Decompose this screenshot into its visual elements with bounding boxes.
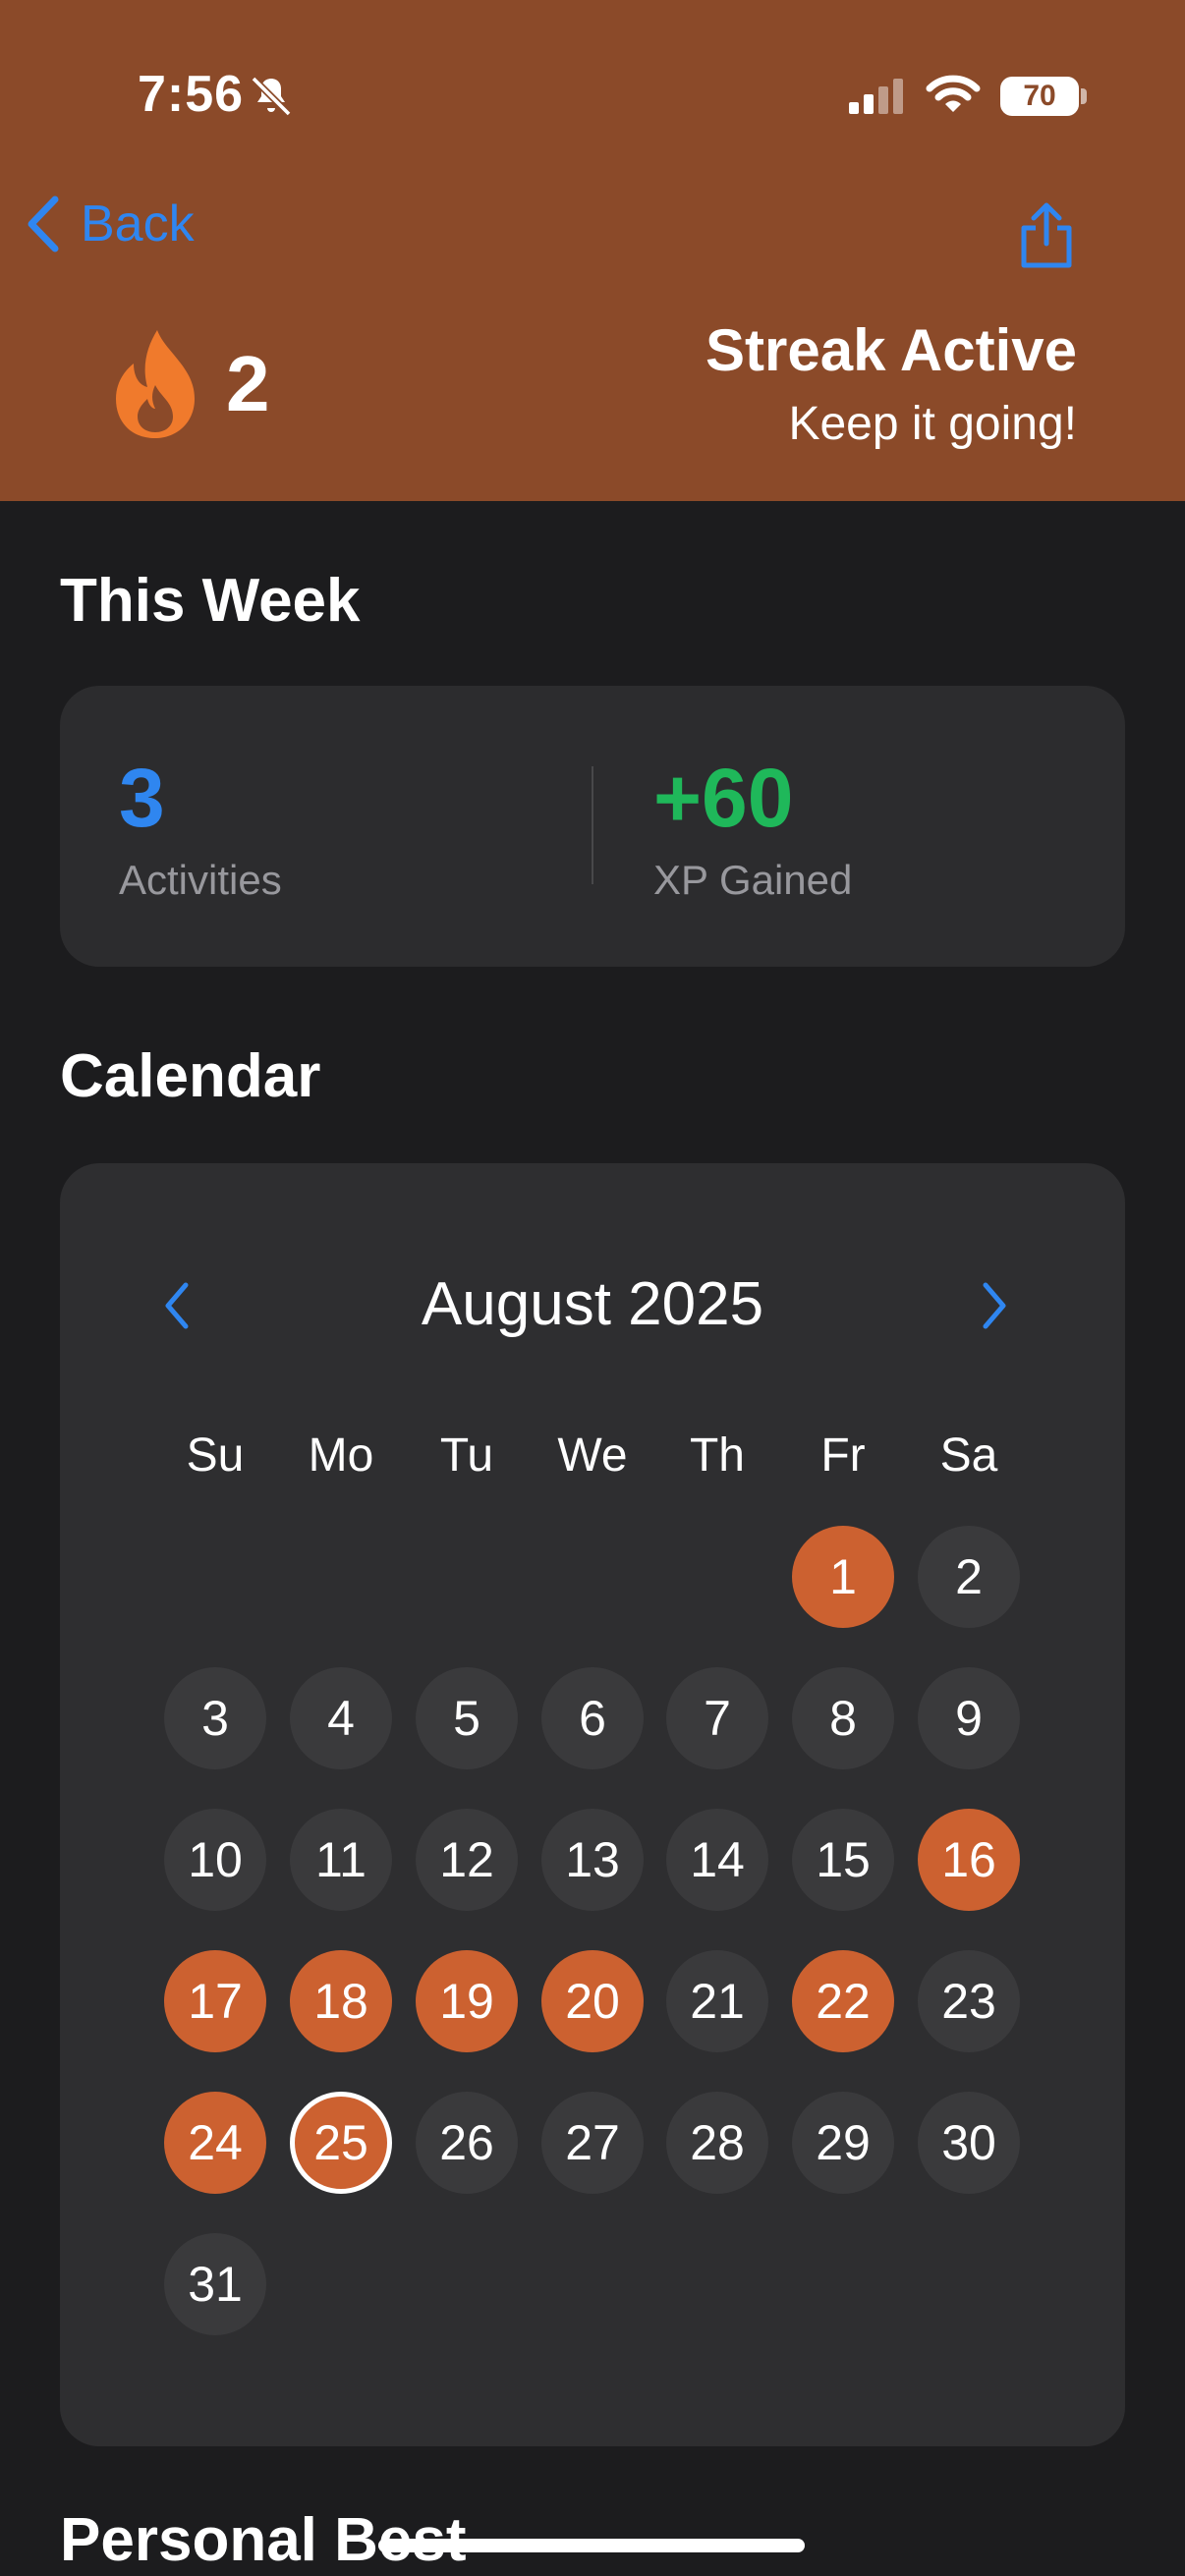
streak-count: 2 [226, 340, 270, 427]
month-title: August 2025 [421, 1270, 764, 1338]
calendar-day[interactable]: 18 [290, 1950, 392, 2052]
calendar-day[interactable]: 21 [666, 1950, 768, 2052]
activities-label: Activities [119, 857, 282, 903]
calendar-day[interactable]: 31 [164, 2233, 266, 2335]
calendar-day[interactable]: 23 [918, 1950, 1020, 2052]
calendar-day[interactable]: 29 [792, 2092, 894, 2194]
weekday-label: Sa [939, 1429, 998, 1482]
streak-status-subtitle: Keep it going! [788, 398, 1077, 450]
calendar-day[interactable]: 4 [290, 1667, 392, 1769]
calendar-day[interactable]: 11 [290, 1809, 392, 1911]
xp-gained-label: XP Gained [653, 857, 853, 903]
chevron-left-icon [28, 196, 59, 252]
back-button[interactable]: Back [26, 195, 195, 253]
calendar-day[interactable]: 24 [164, 2092, 266, 2194]
calendar-day[interactable]: 17 [164, 1950, 266, 2052]
calendar-day[interactable]: 10 [164, 1809, 266, 1911]
calendar-day[interactable]: 6 [541, 1667, 644, 1769]
calendar-day[interactable]: 15 [792, 1809, 894, 1911]
calendar-day[interactable]: 30 [918, 2092, 1020, 2194]
xp-gained-value: +60 [653, 752, 794, 844]
flame-icon [110, 328, 200, 445]
calendar-day[interactable]: 2 [918, 1526, 1020, 1628]
battery-nub [1081, 88, 1087, 104]
calendar-card: August 2025 Su Mo Tu We Th Fr Sa 1 2 3 4 5 6 7 8 9 10 11 1… [60, 1163, 1125, 2446]
calendar-day[interactable]: 3 [164, 1667, 266, 1769]
status-time: 7:56 [138, 66, 245, 123]
calendar-day[interactable]: 19 [416, 1950, 518, 2052]
weekday-label: Tu [439, 1429, 494, 1482]
weekday-label: We [557, 1429, 628, 1482]
weekday-label: Mo [308, 1429, 374, 1482]
bell-slash-icon [248, 73, 295, 125]
home-indicator [378, 2539, 805, 2552]
calendar-day[interactable]: 9 [918, 1667, 1020, 1769]
this-week-card: 3 Activities +60 XP Gained [60, 686, 1125, 967]
back-label: Back [81, 196, 195, 252]
calendar-day[interactable]: 16 [918, 1809, 1020, 1911]
calendar-day[interactable]: 8 [792, 1667, 894, 1769]
share-icon[interactable] [1012, 200, 1081, 276]
cellular-signal-icon [847, 77, 906, 121]
weekday-label: Fr [820, 1429, 866, 1482]
calendar-day[interactable]: 13 [541, 1809, 644, 1911]
calendar-day-today[interactable]: 25 [290, 2092, 392, 2194]
calendar-day[interactable]: 26 [416, 2092, 518, 2194]
calendar-day[interactable]: 22 [792, 1950, 894, 2052]
activities-count: 3 [119, 752, 165, 844]
next-month-button[interactable] [978, 1279, 1011, 1337]
calendar-day[interactable]: 20 [541, 1950, 644, 2052]
battery-empty-portion [1061, 77, 1079, 116]
battery-level: 70 [1023, 80, 1056, 112]
calendar-day[interactable]: 7 [666, 1667, 768, 1769]
chevron-right-icon [983, 1282, 1006, 1329]
calendar-day[interactable]: 27 [541, 2092, 644, 2194]
calendar-day[interactable]: 5 [416, 1667, 518, 1769]
calendar-day[interactable]: 1 [792, 1526, 894, 1628]
calendar-day[interactable]: 12 [416, 1809, 518, 1911]
streak-status-title: Streak Active [705, 317, 1077, 383]
calendar-day[interactable]: 28 [666, 2092, 768, 2194]
battery-indicator: 70 [1000, 77, 1079, 116]
streak-header: 7:56 70 Back 2 Streak Active Keep it goi… [0, 0, 1185, 501]
this-week-heading: This Week [60, 567, 361, 635]
weekday-label: Th [689, 1429, 745, 1482]
weekday-label: Su [186, 1429, 245, 1482]
calendar-heading: Calendar [60, 1042, 321, 1110]
wifi-icon [926, 73, 981, 121]
calendar-day[interactable]: 14 [666, 1809, 768, 1911]
stat-divider [592, 766, 593, 884]
